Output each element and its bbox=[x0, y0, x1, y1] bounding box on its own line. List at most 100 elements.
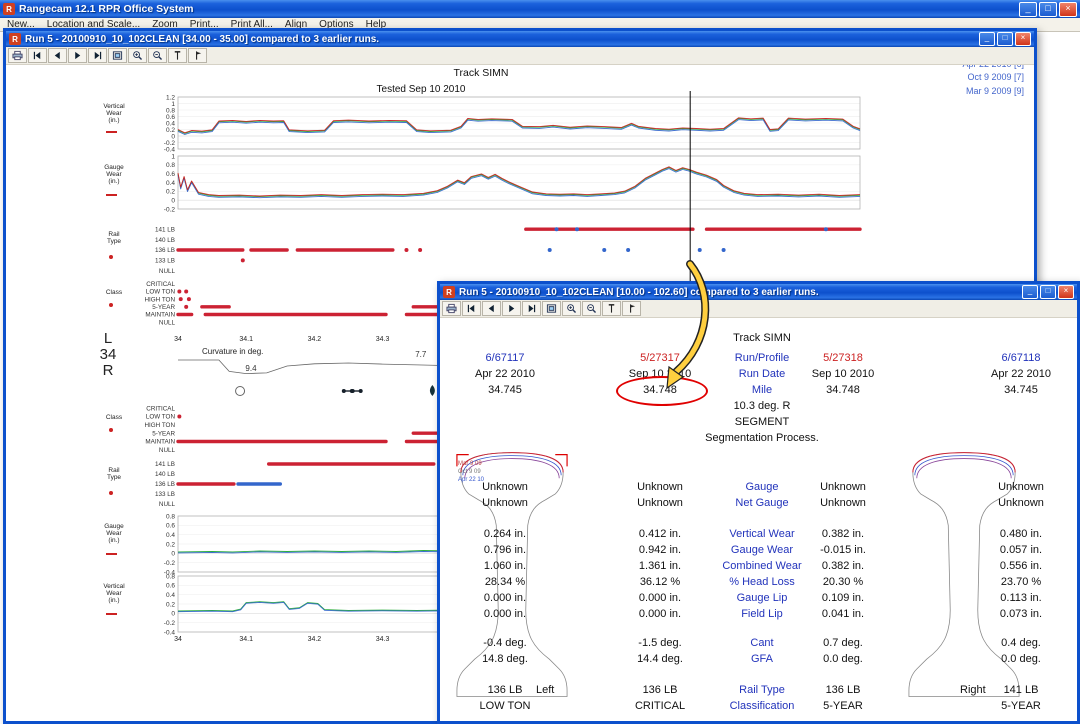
nav-last-button[interactable] bbox=[88, 48, 107, 63]
run-number-right-outer: 6/67118 bbox=[955, 352, 1080, 365]
value-right-outer: Unknown bbox=[955, 497, 1080, 510]
flag-pin-button[interactable] bbox=[188, 48, 207, 63]
window2-title-bar[interactable]: R Run 5 - 20100910_10_102CLEAN [10.00 - … bbox=[440, 284, 1077, 300]
value-right-outer: 0.073 in. bbox=[955, 608, 1080, 621]
zoom-in-button[interactable] bbox=[128, 48, 147, 63]
zoom-in-button[interactable] bbox=[562, 301, 581, 316]
window2-minimize-button[interactable]: _ bbox=[1022, 285, 1038, 299]
window1-minimize-button[interactable]: _ bbox=[979, 32, 995, 46]
svg-text:CRITICAL: CRITICAL bbox=[146, 405, 175, 412]
svg-text:-0.4: -0.4 bbox=[164, 146, 176, 153]
nav-first-button[interactable] bbox=[28, 48, 47, 63]
run-number-right-inner: 5/27318 bbox=[781, 352, 905, 365]
svg-text:9.4: 9.4 bbox=[245, 364, 257, 373]
svg-text:NULL: NULL bbox=[159, 501, 176, 508]
window1-icon: R bbox=[9, 33, 21, 45]
value-right-outer: 0.113 in. bbox=[955, 592, 1080, 605]
svg-text:LOW TON: LOW TON bbox=[146, 414, 176, 421]
run-number-left-outer: 6/67117 bbox=[437, 352, 575, 365]
window2-icon: R bbox=[443, 286, 455, 298]
main-title-bar[interactable]: R Rangecam 12.1 RPR Office System _ □ × bbox=[0, 0, 1080, 18]
fit-view-button[interactable] bbox=[542, 301, 561, 316]
series-line bbox=[178, 168, 860, 197]
marker-pin-button[interactable] bbox=[602, 301, 621, 316]
maximize-button[interactable]: □ bbox=[1039, 2, 1057, 17]
svg-text:0.8: 0.8 bbox=[166, 573, 175, 580]
window1-maximize-button[interactable]: □ bbox=[997, 32, 1013, 46]
svg-text:5-YEAR: 5-YEAR bbox=[152, 304, 175, 311]
svg-text:0.6: 0.6 bbox=[166, 523, 175, 530]
red-series-dot bbox=[109, 303, 113, 307]
value-right-inner: 5-YEAR bbox=[781, 700, 905, 713]
svg-text:136 LB: 136 LB bbox=[155, 247, 175, 254]
value-right-outer: 5-YEAR bbox=[955, 700, 1080, 713]
run-date-right-inner: Sep 10 2010 bbox=[781, 368, 905, 381]
nav-last-button[interactable] bbox=[522, 301, 541, 316]
flag-pin-button[interactable] bbox=[622, 301, 641, 316]
svg-text:7.7: 7.7 bbox=[415, 350, 427, 359]
nav-prev-button[interactable] bbox=[482, 301, 501, 316]
window1-toolbar bbox=[6, 47, 1034, 65]
axis-label-class-upper: Class bbox=[92, 289, 136, 296]
svg-text:0.2: 0.2 bbox=[166, 541, 175, 548]
category-dot bbox=[698, 248, 702, 252]
chart-title: Track SIMN bbox=[181, 67, 781, 79]
profile-detail-window: R Run 5 - 20100910_10_102CLEAN [10.00 - … bbox=[437, 281, 1080, 724]
red-series-dot bbox=[109, 491, 113, 495]
category-dot bbox=[626, 248, 630, 252]
svg-text:5-YEAR: 5-YEAR bbox=[152, 430, 175, 437]
svg-text:LOW TON: LOW TON bbox=[146, 289, 176, 296]
window1-title-bar[interactable]: R Run 5 - 20100910_10_102CLEAN [34.00 - … bbox=[6, 31, 1034, 47]
red-series-dot bbox=[109, 428, 113, 432]
mile-right-inner: 34.748 bbox=[781, 384, 905, 397]
zoom-out-button[interactable] bbox=[582, 301, 601, 316]
detail-body: Track SIMN Left Right 6/671175/27317Run/… bbox=[440, 284, 1077, 721]
fit-view-button[interactable] bbox=[108, 48, 127, 63]
value-right-outer: 23.70 % bbox=[955, 576, 1080, 589]
minimize-button[interactable]: _ bbox=[1019, 2, 1037, 17]
mile-left-outer: 34.745 bbox=[437, 384, 575, 397]
svg-text:MAINTAIN: MAINTAIN bbox=[145, 439, 175, 446]
red-series-dot bbox=[109, 255, 113, 259]
svg-text:34.3: 34.3 bbox=[376, 336, 390, 343]
app-title: Rangecam 12.1 RPR Office System bbox=[19, 3, 1015, 15]
svg-text:141 LB: 141 LB bbox=[155, 226, 175, 233]
nav-next-button[interactable] bbox=[502, 301, 521, 316]
segment-label: SEGMENT bbox=[684, 416, 840, 429]
value-right-outer: 0.0 deg. bbox=[955, 653, 1080, 666]
nav-first-button[interactable] bbox=[462, 301, 481, 316]
category-dot bbox=[187, 297, 191, 301]
category-dot bbox=[824, 227, 828, 231]
value-right-outer: 0.4 deg. bbox=[955, 637, 1080, 650]
value-right-inner: 0.7 deg. bbox=[781, 637, 905, 650]
svg-text:Curvature in deg.: Curvature in deg. bbox=[202, 347, 263, 356]
window2-close-button[interactable]: × bbox=[1058, 285, 1074, 299]
nav-prev-button[interactable] bbox=[48, 48, 67, 63]
print-button[interactable] bbox=[442, 301, 461, 316]
svg-text:34.1: 34.1 bbox=[239, 336, 253, 343]
marker-pin-button[interactable] bbox=[168, 48, 187, 63]
print-button[interactable] bbox=[8, 48, 27, 63]
svg-text:0.2: 0.2 bbox=[166, 189, 175, 196]
window1-close-button[interactable]: × bbox=[1015, 32, 1031, 46]
close-button[interactable]: × bbox=[1059, 2, 1077, 17]
zoom-out-button[interactable] bbox=[148, 48, 167, 63]
value-left-outer: 1.060 in. bbox=[437, 560, 575, 573]
detail-track-title: Track SIMN bbox=[687, 332, 837, 344]
svg-text:-0.2: -0.2 bbox=[164, 620, 176, 627]
window2-toolbar bbox=[440, 300, 1077, 318]
axis-label-vertical-wear-lower: Vertical Wear (in.) bbox=[92, 583, 136, 604]
value-right-inner: 136 LB bbox=[781, 684, 905, 697]
red-series-swatch bbox=[106, 131, 117, 133]
window2-maximize-button[interactable]: □ bbox=[1040, 285, 1056, 299]
category-dot bbox=[404, 248, 408, 252]
curvature-value: 10.3 deg. R bbox=[684, 400, 840, 413]
value-right-inner: 0.382 in. bbox=[781, 560, 905, 573]
svg-text:141 LB: 141 LB bbox=[155, 461, 175, 468]
category-dot bbox=[418, 248, 422, 252]
category-dot bbox=[177, 415, 181, 419]
nav-next-button[interactable] bbox=[68, 48, 87, 63]
axis-label-vertical-wear-upper: Vertical Wear (in.) bbox=[92, 103, 136, 124]
run-date-right-outer: Apr 22 2010 bbox=[955, 368, 1080, 381]
value-right-inner: 20.30 % bbox=[781, 576, 905, 589]
